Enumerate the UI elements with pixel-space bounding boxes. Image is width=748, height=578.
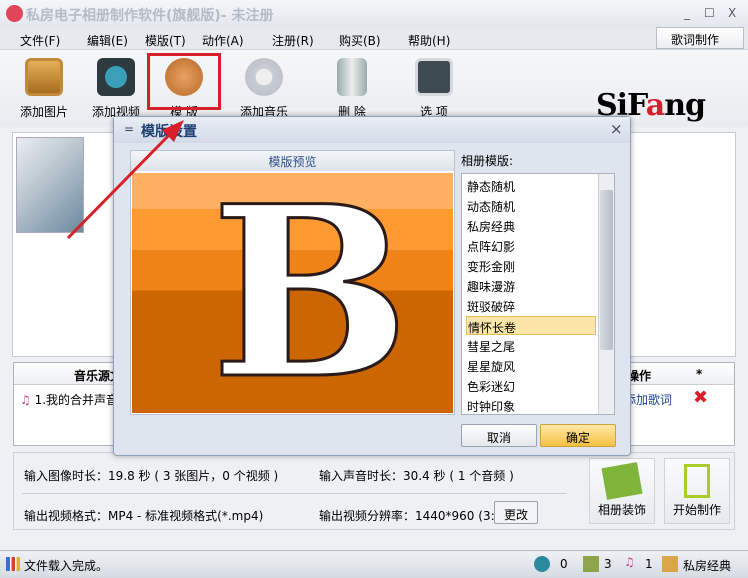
output-format: 输出视频格式：MP4 - 标准视频格式(*.mp4) <box>24 509 264 523</box>
template-item[interactable]: 点阵幻影 <box>466 236 596 255</box>
menu-icon: = <box>124 122 135 136</box>
ok-button[interactable]: 确定 <box>540 424 616 447</box>
image-count: 3 <box>604 557 612 571</box>
picture-icon <box>601 462 643 500</box>
dialog-title: 模版设置 <box>141 124 197 140</box>
template-dialog: = 模版设置 × 模版预览 B 相册模版: 静态随机 动态随机 私房经典 点阵幻影 变形… <box>113 116 631 456</box>
template-item[interactable]: 趣味漫游 <box>466 276 596 295</box>
delete-button[interactable]: 删 除 <box>322 58 382 120</box>
template-item[interactable]: 变形金刚 <box>466 256 596 275</box>
menu-register[interactable]: 注册(R) <box>272 32 314 49</box>
menu-edit[interactable]: 编辑(E) <box>87 32 128 49</box>
title-bar: 私房电子相册制作软件(旗舰版)- 未注册 _ ☐ X <box>0 0 748 28</box>
highlight-box <box>147 53 221 110</box>
delete-row-icon[interactable]: ✖ <box>693 387 708 408</box>
photo-thumbnail[interactable] <box>16 137 84 233</box>
video-count: 0 <box>560 557 568 571</box>
status-bar: 文件载入完成。 0 3 ♫ 1 私房经典 <box>0 550 748 578</box>
add-lyric-link[interactable]: 添加歌词 <box>624 391 672 408</box>
label: 添加图片 <box>19 105 68 119</box>
current-template: 私房经典 <box>683 559 732 573</box>
music-icon <box>245 58 283 96</box>
music-name: 1.我的合并声音 <box>34 393 119 407</box>
chart-icon <box>6 557 20 571</box>
audio-count: 1 <box>645 557 653 571</box>
image-icon <box>25 58 63 96</box>
preview-letter: B <box>210 155 412 431</box>
change-button[interactable]: 更改 <box>494 501 538 524</box>
menu-action[interactable]: 动作(A) <box>202 32 244 49</box>
audio-count-icon: ♫ <box>624 555 635 569</box>
image-duration: 输入图像时长：19.8 秒 ( 3 张图片，0 个视频 ) <box>24 469 279 483</box>
monitor-icon <box>415 58 453 96</box>
template-item[interactable]: 情怀长卷 <box>466 316 596 335</box>
label: 开始制作 <box>672 503 721 517</box>
add-image-button[interactable]: 添加图片 <box>14 58 74 120</box>
window-title: 私房电子相册制作软件(旗舰版)- 未注册 <box>26 8 274 24</box>
minimize-button[interactable]: _ <box>684 6 690 20</box>
template-list[interactable]: 静态随机 动态随机 私房经典 点阵幻影 变形金刚 趣味漫游 斑驳破碎 情怀长卷 彗星之尾 星星旋风… <box>461 173 615 415</box>
template-item[interactable]: 动态随机 <box>466 196 596 215</box>
add-video-button[interactable]: 添加视频 <box>86 58 146 120</box>
music-row[interactable]: ♫ 1.我的合并声音 <box>20 391 118 408</box>
template-item[interactable]: 色彩迷幻 <box>466 376 596 395</box>
cancel-button[interactable]: 取消 <box>461 424 537 447</box>
video-count-icon <box>534 556 550 572</box>
template-preview: 模版预览 B <box>130 150 455 415</box>
menu-template[interactable]: 模版(T) <box>145 32 186 49</box>
template-item[interactable]: 时钟印象 <box>466 396 596 415</box>
template-item[interactable]: 私房经典 <box>466 216 596 235</box>
album-decorate-button[interactable]: 相册装饰 <box>589 458 655 524</box>
template-item[interactable]: 星星旋风 <box>466 356 596 375</box>
trash-icon <box>337 58 367 96</box>
template-item[interactable]: 斑驳破碎 <box>466 296 596 315</box>
add-music-button[interactable]: 添加音乐 <box>234 58 294 120</box>
dialog-title-bar: = 模版设置 × <box>114 117 630 143</box>
image-count-icon <box>583 556 599 572</box>
scroll-thumb[interactable] <box>600 190 613 350</box>
close-button[interactable]: X <box>728 6 736 20</box>
video-icon <box>97 58 135 96</box>
music-icon: ♫ <box>20 393 31 407</box>
label: 相册装饰 <box>597 503 646 517</box>
start-button[interactable]: 开始制作 <box>664 458 730 524</box>
header-star: * <box>696 367 703 381</box>
menu-help[interactable]: 帮助(H) <box>408 32 450 49</box>
zip-icon <box>684 464 710 498</box>
scrollbar[interactable] <box>598 174 614 414</box>
app-icon <box>6 5 23 22</box>
template-item[interactable]: 彗星之尾 <box>466 336 596 355</box>
menu-bar: 文件(F) 编辑(E) 模版(T) 动作(A) 注册(R) 购买(B) 帮助(H… <box>0 28 748 50</box>
status-text: 文件载入完成。 <box>24 559 109 573</box>
template-item[interactable]: 静态随机 <box>466 176 596 195</box>
dialog-close-button[interactable]: × <box>610 120 623 138</box>
template-list-label: 相册模版: <box>461 154 514 168</box>
lyric-button[interactable]: 歌词制作 <box>656 27 744 49</box>
maximize-button[interactable]: ☐ <box>704 6 715 20</box>
options-button[interactable]: 选 项 <box>404 58 464 120</box>
output-resolution: 输出视频分辨率：1440*960 (3:2) <box>319 509 507 523</box>
template-icon <box>662 556 678 572</box>
menu-buy[interactable]: 购买(B) <box>339 32 381 49</box>
menu-file[interactable]: 文件(F) <box>20 32 60 49</box>
audio-duration: 输入声音时长：30.4 秒 ( 1 个音频 ) <box>319 469 514 483</box>
